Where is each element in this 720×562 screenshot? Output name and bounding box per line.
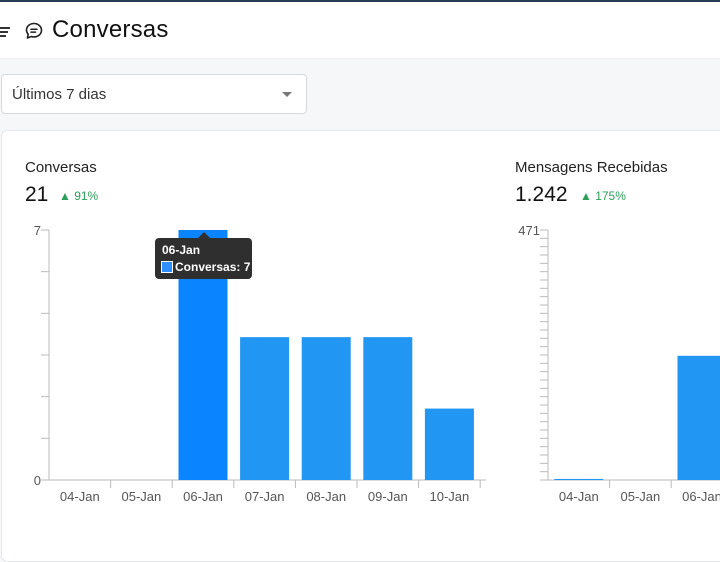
x-tick-label: 05-Jan: [621, 489, 661, 504]
y-tick-label: 7: [34, 223, 41, 238]
x-tick-label: 06-Jan: [682, 489, 720, 504]
bar-07-Jan[interactable]: [240, 337, 289, 480]
bar-09-Jan[interactable]: [363, 337, 412, 480]
x-tick-label: 04-Jan: [559, 489, 599, 504]
y-tick-label: 0: [34, 473, 41, 488]
x-tick-label: 06-Jan: [183, 489, 223, 504]
bar-10-Jan[interactable]: [425, 409, 474, 480]
tooltip-title: 06-Jan: [162, 243, 200, 257]
bar-08-Jan[interactable]: [302, 337, 351, 480]
tooltip-swatch: [161, 261, 173, 273]
x-tick-label: 04-Jan: [60, 489, 100, 504]
x-tick-label: 07-Jan: [245, 489, 285, 504]
bar-04-Jan[interactable]: [554, 479, 603, 480]
y-tick-label: 471: [518, 223, 540, 238]
x-tick-label: 09-Jan: [368, 489, 408, 504]
tooltip-text: Conversas: 7: [175, 260, 250, 274]
x-tick-label: 05-Jan: [122, 489, 162, 504]
x-tick-label: 10-Jan: [430, 489, 470, 504]
chart-tooltip: 06-Jan Conversas: 7: [155, 238, 252, 279]
x-tick-label: 08-Jan: [306, 489, 346, 504]
bar-06-Jan[interactable]: [678, 356, 720, 480]
bar-charts: 0 7 04-Jan 05-Jan 06-Jan 07-Jan 08-Jan 09-Jan 10…: [0, 0, 720, 540]
